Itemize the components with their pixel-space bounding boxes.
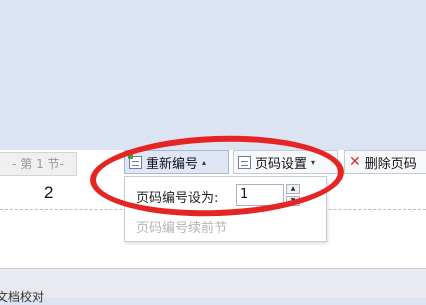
page-number[interactable]: 2 bbox=[44, 183, 53, 203]
delete-page-number-label: 删除页码 bbox=[364, 156, 417, 172]
close-icon: ✕ bbox=[349, 154, 361, 170]
delete-page-number-button[interactable]: ✕ 删除页码 bbox=[344, 150, 426, 174]
section-label: - 第 1 节- bbox=[0, 152, 77, 176]
status-bar bbox=[0, 268, 426, 298]
continue-previous-section-option[interactable]: 页码编号续前节 bbox=[136, 217, 227, 236]
